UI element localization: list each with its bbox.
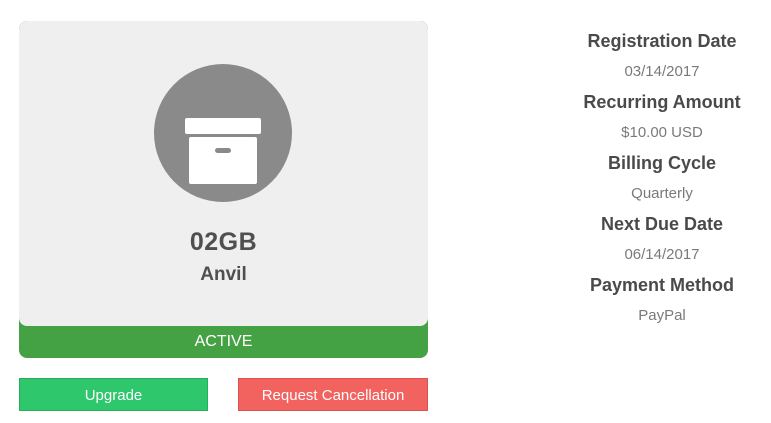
request-cancellation-button[interactable]: Request Cancellation xyxy=(238,378,428,411)
archive-box-icon xyxy=(185,118,261,184)
payment-method-label: Payment Method xyxy=(589,275,735,295)
recurring-amount-label: Recurring Amount xyxy=(583,92,741,112)
product-name: Anvil xyxy=(200,264,247,285)
next-due-date-value: 06/14/2017 xyxy=(624,246,700,263)
service-details: Registration Date 03/14/2017 Recurring A… xyxy=(560,27,764,332)
billing-cycle-label: Billing Cycle xyxy=(607,153,717,173)
payment-method-value: PayPal xyxy=(638,307,686,324)
product-icon-badge xyxy=(154,64,292,202)
product-card-body: 02GB Anvil xyxy=(19,21,428,326)
product-card: 02GB Anvil ACTIVE xyxy=(19,21,428,358)
recurring-amount-value: $10.00 USD xyxy=(621,124,703,141)
status-badge: ACTIVE xyxy=(194,333,253,350)
registration-date-value: 03/14/2017 xyxy=(624,63,700,80)
upgrade-button[interactable]: Upgrade xyxy=(19,378,208,411)
billing-cycle-value: Quarterly xyxy=(631,185,693,202)
product-size: 02GB xyxy=(189,228,258,256)
next-due-date-label: Next Due Date xyxy=(600,214,724,234)
registration-date-label: Registration Date xyxy=(587,31,737,51)
